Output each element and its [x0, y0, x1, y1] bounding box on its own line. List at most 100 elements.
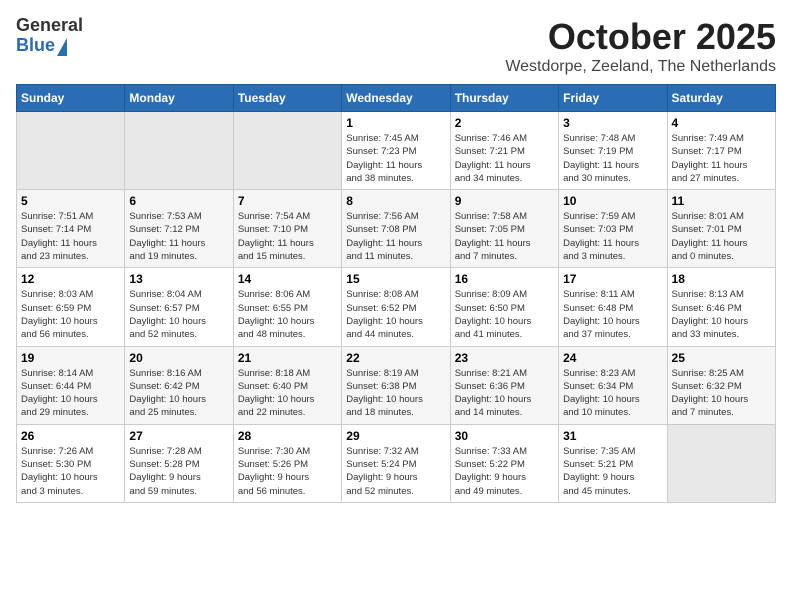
- day-info: Sunrise: 8:19 AMSunset: 6:38 PMDaylight:…: [346, 367, 445, 420]
- calendar-cell: 27 Sunrise: 7:28 AMSunset: 5:28 PMDayligh…: [125, 424, 233, 502]
- calendar-cell: 8 Sunrise: 7:56 AMSunset: 7:08 PMDaylight…: [342, 190, 450, 268]
- day-number: 14: [238, 272, 337, 286]
- weekday-header-thursday: Thursday: [450, 85, 558, 112]
- page-header: General Blue October 2025 Westdorpe, Zee…: [16, 16, 776, 76]
- calendar-cell: 2 Sunrise: 7:46 AMSunset: 7:21 PMDaylight…: [450, 112, 558, 190]
- day-number: 27: [129, 429, 228, 443]
- day-number: 8: [346, 194, 445, 208]
- day-info: Sunrise: 7:51 AMSunset: 7:14 PMDaylight:…: [21, 210, 120, 263]
- calendar-cell: 18Sunrise: 8:13 AMSunset: 6:46 PMDayligh…: [667, 268, 775, 346]
- day-info: Sunrise: 8:14 AMSunset: 6:44 PMDaylight:…: [21, 367, 120, 420]
- day-info: Sunrise: 8:03 AMSunset: 6:59 PMDaylight:…: [21, 288, 120, 341]
- day-number: 4: [672, 116, 771, 130]
- day-info: Sunrise: 7:49 AMSunset: 7:17 PMDaylight:…: [672, 132, 771, 185]
- calendar-week-row: 5 Sunrise: 7:51 AMSunset: 7:14 PMDaylight…: [17, 190, 776, 268]
- day-number: 5: [21, 194, 120, 208]
- weekday-header-monday: Monday: [125, 85, 233, 112]
- day-number: 28: [238, 429, 337, 443]
- day-info: Sunrise: 8:23 AMSunset: 6:34 PMDaylight:…: [563, 367, 662, 420]
- day-info: Sunrise: 7:48 AMSunset: 7:19 PMDaylight:…: [563, 132, 662, 185]
- day-number: 21: [238, 351, 337, 365]
- day-info: Sunrise: 7:53 AMSunset: 7:12 PMDaylight:…: [129, 210, 228, 263]
- weekday-header-friday: Friday: [559, 85, 667, 112]
- day-number: 26: [21, 429, 120, 443]
- calendar-cell: 3Sunrise: 7:48 AMSunset: 7:19 PMDaylight…: [559, 112, 667, 190]
- day-info: Sunrise: 8:21 AMSunset: 6:36 PMDaylight:…: [455, 367, 554, 420]
- day-info: Sunrise: 8:18 AMSunset: 6:40 PMDaylight:…: [238, 367, 337, 420]
- calendar-cell: [233, 112, 341, 190]
- day-number: 7: [238, 194, 337, 208]
- calendar-cell: 12 Sunrise: 8:03 AMSunset: 6:59 PMDayligh…: [17, 268, 125, 346]
- calendar-cell: 9 Sunrise: 7:58 AMSunset: 7:05 PMDaylight…: [450, 190, 558, 268]
- calendar-week-row: 19 Sunrise: 8:14 AMSunset: 6:44 PMDayligh…: [17, 346, 776, 424]
- calendar-cell: 23Sunrise: 8:21 AMSunset: 6:36 PMDayligh…: [450, 346, 558, 424]
- day-number: 31: [563, 429, 662, 443]
- calendar-cell: 5 Sunrise: 7:51 AMSunset: 7:14 PMDaylight…: [17, 190, 125, 268]
- calendar-cell: 22 Sunrise: 8:19 AMSunset: 6:38 PMDayligh…: [342, 346, 450, 424]
- weekday-header-tuesday: Tuesday: [233, 85, 341, 112]
- day-info: Sunrise: 7:59 AMSunset: 7:03 PMDaylight:…: [563, 210, 662, 263]
- day-number: 2: [455, 116, 554, 130]
- day-number: 22: [346, 351, 445, 365]
- day-number: 25: [672, 351, 771, 365]
- logo-blue: Blue: [16, 36, 55, 56]
- day-info: Sunrise: 8:16 AMSunset: 6:42 PMDaylight:…: [129, 367, 228, 420]
- day-number: 11: [672, 194, 771, 208]
- day-number: 15: [346, 272, 445, 286]
- day-info: Sunrise: 7:45 AMSunset: 7:23 PMDaylight:…: [346, 132, 445, 185]
- calendar-cell: 19 Sunrise: 8:14 AMSunset: 6:44 PMDayligh…: [17, 346, 125, 424]
- calendar-cell: 24 Sunrise: 8:23 AMSunset: 6:34 PMDayligh…: [559, 346, 667, 424]
- day-number: 12: [21, 272, 120, 286]
- calendar-cell: 30Sunrise: 7:33 AMSunset: 5:22 PMDayligh…: [450, 424, 558, 502]
- day-info: Sunrise: 8:11 AMSunset: 6:48 PMDaylight:…: [563, 288, 662, 341]
- calendar-cell: 20 Sunrise: 8:16 AMSunset: 6:42 PMDayligh…: [125, 346, 233, 424]
- day-number: 6: [129, 194, 228, 208]
- logo-triangle-icon: [57, 38, 67, 56]
- weekday-header-saturday: Saturday: [667, 85, 775, 112]
- day-number: 9: [455, 194, 554, 208]
- day-info: Sunrise: 7:28 AMSunset: 5:28 PMDaylight:…: [129, 445, 228, 498]
- calendar-cell: 14 Sunrise: 8:06 AMSunset: 6:55 PMDayligh…: [233, 268, 341, 346]
- day-number: 20: [129, 351, 228, 365]
- day-info: Sunrise: 7:33 AMSunset: 5:22 PMDaylight:…: [455, 445, 554, 498]
- day-info: Sunrise: 7:56 AMSunset: 7:08 PMDaylight:…: [346, 210, 445, 263]
- month-title: October 2025: [505, 16, 776, 58]
- day-info: Sunrise: 7:46 AMSunset: 7:21 PMDaylight:…: [455, 132, 554, 185]
- day-info: Sunrise: 7:32 AMSunset: 5:24 PMDaylight:…: [346, 445, 445, 498]
- day-info: Sunrise: 7:54 AMSunset: 7:10 PMDaylight:…: [238, 210, 337, 263]
- day-number: 24: [563, 351, 662, 365]
- calendar-cell: 15Sunrise: 8:08 AMSunset: 6:52 PMDayligh…: [342, 268, 450, 346]
- title-block: October 2025 Westdorpe, Zeeland, The Net…: [505, 16, 776, 76]
- day-number: 16: [455, 272, 554, 286]
- calendar-cell: 16Sunrise: 8:09 AMSunset: 6:50 PMDayligh…: [450, 268, 558, 346]
- day-number: 29: [346, 429, 445, 443]
- day-number: 1: [346, 116, 445, 130]
- day-number: 18: [672, 272, 771, 286]
- calendar-cell: 17 Sunrise: 8:11 AMSunset: 6:48 PMDayligh…: [559, 268, 667, 346]
- calendar-cell: 26Sunrise: 7:26 AMSunset: 5:30 PMDayligh…: [17, 424, 125, 502]
- day-info: Sunrise: 7:58 AMSunset: 7:05 PMDaylight:…: [455, 210, 554, 263]
- weekday-header-sunday: Sunday: [17, 85, 125, 112]
- calendar-cell: 7 Sunrise: 7:54 AMSunset: 7:10 PMDaylight…: [233, 190, 341, 268]
- calendar-cell: 1 Sunrise: 7:45 AMSunset: 7:23 PMDaylight…: [342, 112, 450, 190]
- calendar-cell: [125, 112, 233, 190]
- day-info: Sunrise: 8:06 AMSunset: 6:55 PMDaylight:…: [238, 288, 337, 341]
- calendar-cell: 29 Sunrise: 7:32 AMSunset: 5:24 PMDayligh…: [342, 424, 450, 502]
- calendar-cell: 31Sunrise: 7:35 AMSunset: 5:21 PMDayligh…: [559, 424, 667, 502]
- day-info: Sunrise: 8:04 AMSunset: 6:57 PMDaylight:…: [129, 288, 228, 341]
- calendar-week-row: 26Sunrise: 7:26 AMSunset: 5:30 PMDayligh…: [17, 424, 776, 502]
- day-number: 13: [129, 272, 228, 286]
- logo-general: General: [16, 16, 83, 36]
- day-info: Sunrise: 8:01 AMSunset: 7:01 PMDaylight:…: [672, 210, 771, 263]
- logo: General Blue: [16, 16, 83, 56]
- calendar-cell: 21 Sunrise: 8:18 AMSunset: 6:40 PMDayligh…: [233, 346, 341, 424]
- calendar-cell: [17, 112, 125, 190]
- day-number: 19: [21, 351, 120, 365]
- calendar-cell: 6 Sunrise: 7:53 AMSunset: 7:12 PMDaylight…: [125, 190, 233, 268]
- calendar-cell: 25Sunrise: 8:25 AMSunset: 6:32 PMDayligh…: [667, 346, 775, 424]
- calendar-week-row: 1 Sunrise: 7:45 AMSunset: 7:23 PMDaylight…: [17, 112, 776, 190]
- day-number: 17: [563, 272, 662, 286]
- location-title: Westdorpe, Zeeland, The Netherlands: [505, 58, 776, 76]
- calendar-cell: [667, 424, 775, 502]
- calendar-cell: 28Sunrise: 7:30 AMSunset: 5:26 PMDayligh…: [233, 424, 341, 502]
